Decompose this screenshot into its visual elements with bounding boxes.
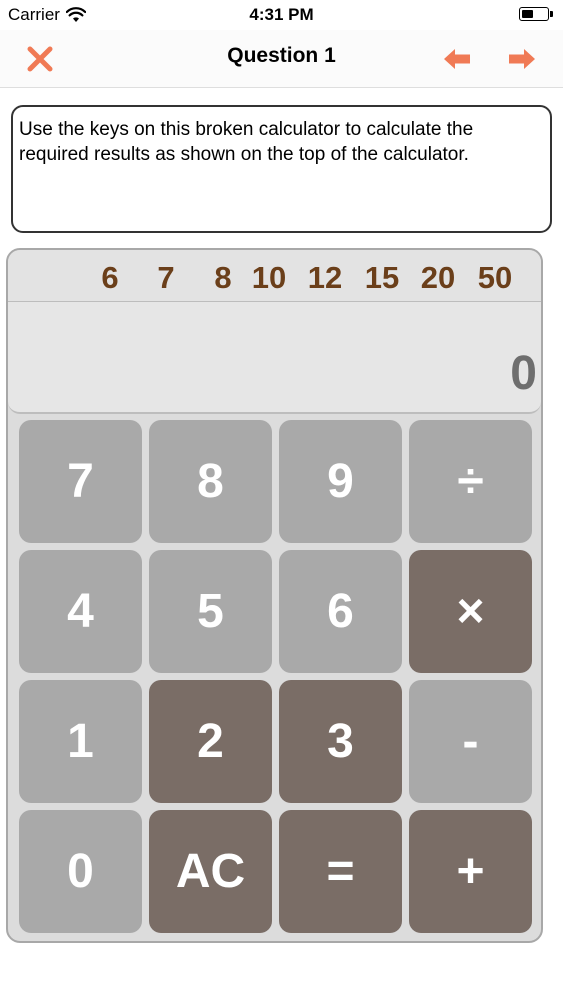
- question-text: Use the keys on this broken calculator t…: [19, 119, 474, 165]
- key-6[interactable]: 6: [279, 550, 402, 673]
- battery-icon: [519, 7, 553, 21]
- display-value: 0: [510, 347, 537, 400]
- key-divide[interactable]: ÷: [409, 420, 532, 543]
- target-results: 6 7 8 10 12 15 20 50: [8, 250, 541, 302]
- target-value: 50: [477, 260, 513, 295]
- key-1[interactable]: 1: [19, 680, 142, 803]
- question-box: Use the keys on this broken calculator t…: [11, 105, 552, 233]
- key-8[interactable]: 8: [149, 420, 272, 543]
- key-subtract[interactable]: -: [409, 680, 532, 803]
- target-value: 15: [364, 260, 400, 295]
- previous-question-button[interactable]: [440, 42, 474, 76]
- page-title: Question 1: [227, 44, 336, 67]
- key-0[interactable]: 0: [19, 810, 142, 933]
- key-all-clear[interactable]: AC: [149, 810, 272, 933]
- key-4[interactable]: 4: [19, 550, 142, 673]
- target-value: 10: [251, 260, 287, 295]
- nav-bar: Question 1: [0, 30, 563, 88]
- key-add[interactable]: +: [409, 810, 532, 933]
- arrow-left-icon: [444, 49, 470, 69]
- arrow-right-icon: [509, 49, 535, 69]
- key-2[interactable]: 2: [149, 680, 272, 803]
- target-value: 6: [101, 260, 119, 295]
- target-value: 20: [420, 260, 456, 295]
- key-multiply[interactable]: ×: [409, 550, 532, 673]
- calculator: 6 7 8 10 12 15 20 50 0 7 8 9 ÷ 4 5 6 × 1…: [6, 248, 543, 943]
- next-question-button[interactable]: [505, 42, 539, 76]
- key-5[interactable]: 5: [149, 550, 272, 673]
- key-9[interactable]: 9: [279, 420, 402, 543]
- status-time: 4:31 PM: [249, 5, 314, 24]
- target-value: 7: [157, 260, 175, 295]
- key-3[interactable]: 3: [279, 680, 402, 803]
- key-equals[interactable]: =: [279, 810, 402, 933]
- calculator-display: 0: [8, 302, 541, 414]
- target-value: 8: [214, 260, 232, 295]
- key-7[interactable]: 7: [19, 420, 142, 543]
- target-value: 12: [307, 260, 343, 295]
- status-bar: Carrier 4:31 PM: [0, 0, 563, 30]
